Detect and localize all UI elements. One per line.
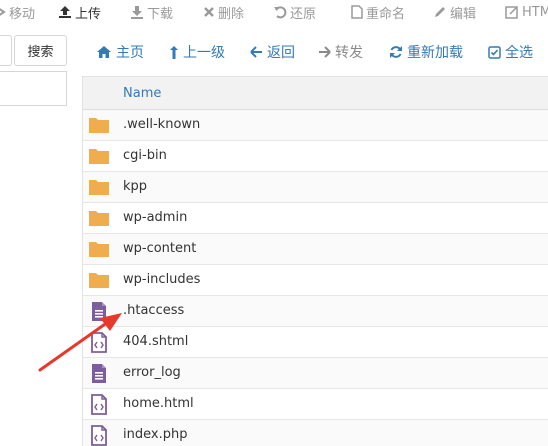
- file-name[interactable]: 404.shtml: [123, 334, 188, 349]
- restore-button-label: 还原: [290, 6, 317, 22]
- table-header: Name: [82, 76, 548, 110]
- file-row[interactable]: wp-admin: [82, 203, 548, 234]
- html-editor-button[interactable]: HTM: [505, 0, 548, 24]
- search-button[interactable]: 搜索: [14, 35, 67, 66]
- file-row[interactable]: kpp: [82, 172, 548, 203]
- download-icon: [131, 6, 143, 19]
- home-icon: [97, 46, 111, 58]
- file-manager-window: 移动 上传 下载 删除 还原 重命名 编辑 HTM 搜索 主页 上一级 返回 转…: [0, 0, 548, 446]
- file-name[interactable]: .well-known: [123, 117, 200, 132]
- forward-button[interactable]: 转发: [318, 42, 363, 62]
- file-name[interactable]: .htaccess: [123, 303, 184, 318]
- file-list-body: .well-known cgi-bin kpp wp-admin wp-content w…: [82, 110, 548, 446]
- file-row[interactable]: wp-content: [82, 234, 548, 265]
- rename-icon: [351, 5, 363, 19]
- file-name[interactable]: wp-includes: [123, 272, 200, 287]
- rename-button-label: 重命名: [366, 6, 406, 22]
- level-up-icon: [170, 45, 178, 59]
- refresh-icon: [390, 46, 402, 58]
- delete-icon: [204, 7, 214, 17]
- up-one-level-label: 上一级: [183, 45, 225, 61]
- file-name[interactable]: wp-admin: [123, 210, 187, 225]
- arrow-left-icon: [250, 46, 262, 58]
- edit-button-label: 编辑: [450, 6, 477, 22]
- home-button[interactable]: 主页: [96, 42, 144, 62]
- file-row[interactable]: cgi-bin: [82, 141, 548, 172]
- delete-button[interactable]: 删除: [203, 0, 244, 24]
- reload-button-label: 重新加载: [407, 45, 463, 61]
- up-one-level-button[interactable]: 上一级: [169, 42, 225, 62]
- restore-button[interactable]: 还原: [273, 0, 316, 24]
- reload-button[interactable]: 重新加载: [389, 42, 463, 62]
- arrow-right-icon: [319, 46, 331, 58]
- file-name[interactable]: kpp: [123, 179, 147, 194]
- code-file-icon: [88, 394, 110, 415]
- move-button[interactable]: 移动: [0, 0, 35, 24]
- move-icon: [0, 8, 6, 16]
- folder-icon: [88, 208, 110, 229]
- column-header-name[interactable]: Name: [123, 86, 161, 101]
- file-name[interactable]: home.html: [123, 396, 194, 411]
- file-toolbar: 移动 上传 下载 删除 还原 重命名 编辑 HTM: [0, 0, 548, 24]
- code-file-icon: [88, 332, 110, 353]
- text-file-icon: [88, 301, 110, 322]
- file-name[interactable]: cgi-bin: [123, 148, 167, 163]
- rename-button[interactable]: 重命名: [351, 0, 405, 24]
- forward-button-label: 转发: [335, 45, 363, 61]
- html-editor-icon: [505, 6, 518, 19]
- folder-icon: [88, 177, 110, 198]
- file-list-table: Name .well-known cgi-bin kpp wp-admin wp-con…: [82, 76, 548, 446]
- directory-tree-panel[interactable]: [0, 71, 67, 106]
- folder-icon: [88, 115, 110, 136]
- download-button-label: 下载: [147, 6, 174, 22]
- folder-icon: [88, 270, 110, 291]
- move-button-label: 移动: [9, 6, 36, 22]
- edit-icon: [435, 7, 445, 17]
- search-input[interactable]: [0, 35, 12, 66]
- folder-icon: [88, 146, 110, 167]
- folder-icon: [88, 239, 110, 260]
- home-button-label: 主页: [116, 45, 144, 61]
- edit-button[interactable]: 编辑: [433, 0, 476, 24]
- file-name[interactable]: index.php: [123, 427, 187, 442]
- checkbox-icon: [488, 45, 501, 59]
- download-button[interactable]: 下载: [130, 0, 173, 24]
- back-button[interactable]: 返回: [250, 42, 295, 62]
- file-row[interactable]: wp-includes: [82, 265, 548, 296]
- file-row[interactable]: index.php: [82, 420, 548, 446]
- upload-button-label: 上传: [75, 6, 102, 22]
- file-row[interactable]: 404.shtml: [82, 327, 548, 358]
- back-button-label: 返回: [267, 45, 295, 61]
- upload-button[interactable]: 上传: [58, 0, 101, 24]
- code-file-icon: [88, 425, 110, 446]
- select-all-button[interactable]: 全选: [488, 42, 533, 62]
- file-name[interactable]: error_log: [123, 365, 181, 380]
- delete-button-label: 删除: [218, 6, 245, 22]
- restore-icon: [274, 6, 287, 19]
- file-row[interactable]: error_log: [82, 358, 548, 389]
- file-row[interactable]: .htaccess: [82, 296, 548, 327]
- upload-icon: [59, 6, 71, 18]
- html-editor-button-label: HTM: [522, 4, 548, 20]
- text-file-icon: [88, 363, 110, 384]
- file-row[interactable]: home.html: [82, 389, 548, 420]
- select-all-label: 全选: [505, 45, 533, 61]
- file-name[interactable]: wp-content: [123, 241, 196, 256]
- navigation-bar: 主页 上一级 返回 转发 重新加载 全选: [82, 35, 548, 69]
- file-row[interactable]: .well-known: [82, 110, 548, 141]
